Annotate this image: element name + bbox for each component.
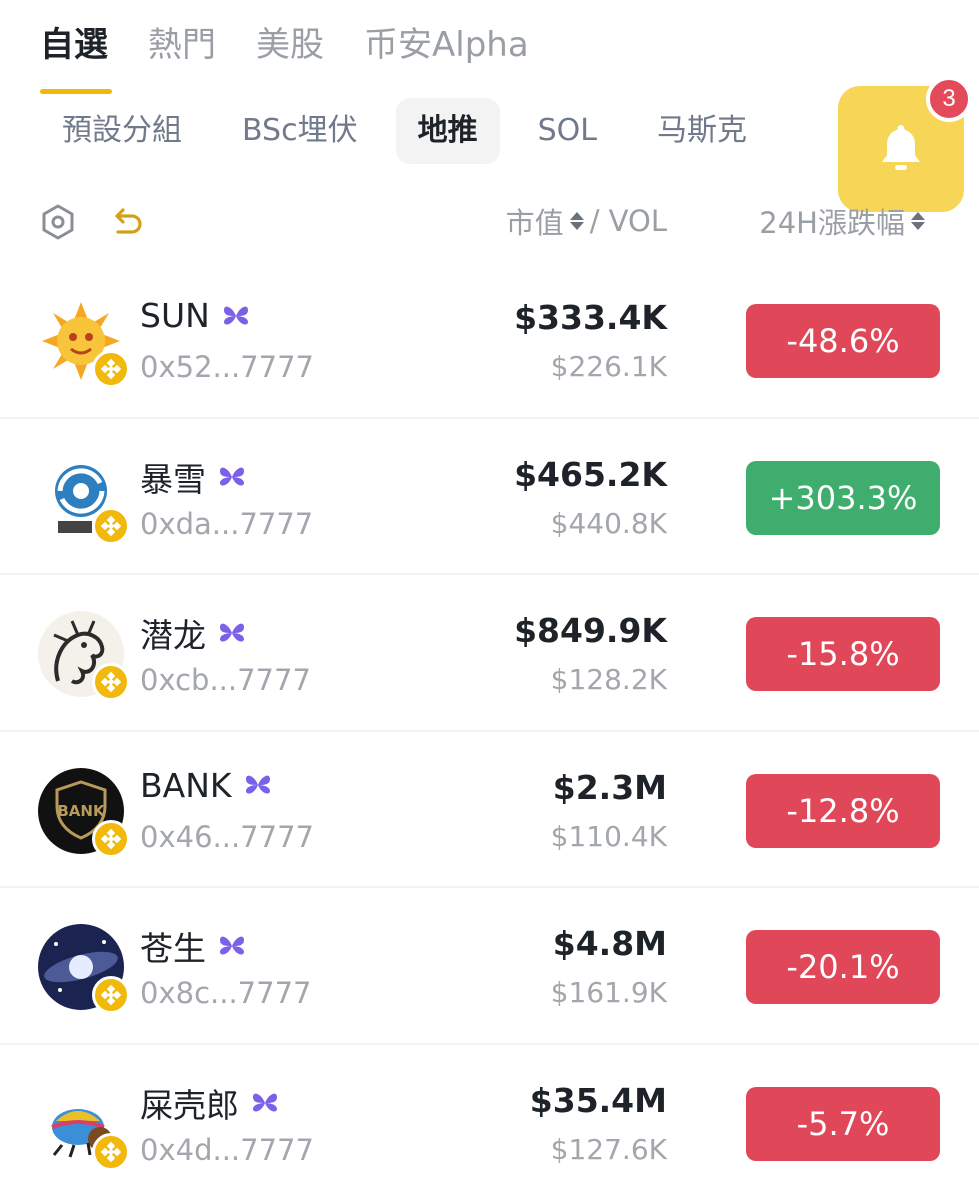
contract-address: 0xcb...7777 [140, 663, 311, 698]
token-symbol: 屎壳郎 [140, 1085, 239, 1125]
butterfly-icon [220, 467, 244, 486]
bnb-chain-badge-icon [92, 976, 130, 1015]
change-badge[interactable]: -48.6% [746, 304, 940, 378]
vol-header-label: / VOL [589, 204, 667, 238]
token-name: 苍生 [140, 922, 246, 970]
change-badge[interactable]: -12.8% [746, 773, 940, 848]
mcap-header-label: 市值 [505, 206, 564, 240]
bell-icon [882, 125, 920, 170]
change-badge[interactable]: -20.1% [746, 930, 940, 1005]
mcap-vol-sort-header[interactable]: 市值 / VOL [506, 200, 667, 242]
token-avatar [38, 298, 130, 388]
change-sort-header[interactable]: 24H漲跌幅 [759, 200, 925, 242]
top-tabs: 自選 熱門 美股 币安Alpha [40, 22, 529, 94]
contract-address: 0xda...7777 [140, 506, 314, 541]
token-list: SUN 0x52...7777 $333.4K $226.1K -48.6% 暴… [0, 262, 979, 1200]
change-badge[interactable]: -15.8% [746, 617, 940, 692]
butterfly-icon [223, 306, 248, 324]
undo-icon[interactable] [106, 202, 146, 242]
token-row[interactable]: 暴雪 0xda...7777 $465.2K $440.8K +303.3% [0, 419, 979, 576]
volume: $161.9K [550, 976, 667, 1010]
market-cap: $2.3M [552, 767, 667, 807]
market-cap: $4.8M [552, 924, 667, 964]
token-avatar [38, 1080, 130, 1171]
token-symbol: 暴雪 [140, 459, 206, 499]
bnb-chain-badge-icon [92, 663, 130, 702]
token-name: SUN [140, 296, 250, 335]
notification-bell-button[interactable]: 3 [838, 76, 972, 212]
settings-hexagon-icon[interactable] [38, 202, 78, 242]
token-symbol: 潜龙 [140, 616, 206, 656]
token-row[interactable]: SUN 0x52...7777 $333.4K $226.1K -48.6% [0, 262, 979, 419]
notification-count-badge: 3 [926, 76, 972, 122]
butterfly-icon [220, 623, 244, 642]
tab-watchlist[interactable]: 自選 [40, 22, 112, 94]
butterfly-icon [253, 1093, 277, 1112]
group-tab-musk[interactable]: 马斯克 [635, 98, 769, 164]
market-cap: $849.9K [514, 611, 667, 651]
volume: $440.8K [550, 506, 667, 540]
market-cap: $333.4K [514, 298, 667, 337]
token-row[interactable]: BANK BANK 0x46...7777 $2.3M $110.4K -12.… [0, 732, 979, 889]
volume: $226.1K [550, 350, 667, 383]
change-header-label: 24H漲跌幅 [759, 206, 905, 240]
group-tab-sol[interactable]: SOL [516, 98, 619, 164]
token-symbol: BANK [140, 765, 232, 805]
butterfly-icon [245, 775, 270, 794]
contract-address: 0x52...7777 [140, 350, 314, 384]
tab-us-stocks[interactable]: 美股 [256, 22, 324, 82]
volume: $127.6K [550, 1132, 667, 1166]
tab-binance-alpha[interactable]: 币安Alpha [364, 22, 529, 82]
market-cap: $465.2K [514, 454, 667, 494]
token-row[interactable]: 潜龙 0xcb...7777 $849.9K $128.2K -15.8% [0, 575, 979, 732]
butterfly-icon [220, 937, 244, 955]
volume: $110.4K [550, 819, 667, 853]
group-tab-bsc[interactable]: BSc埋伏 [220, 98, 380, 164]
list-header: 市值 / VOL 24H漲跌幅 [0, 196, 979, 248]
token-name: 暴雪 [140, 453, 246, 501]
token-row[interactable]: 苍生 0x8c...7777 $4.8M $161.9K -20.1% [0, 888, 979, 1045]
token-avatar [38, 611, 130, 702]
contract-address: 0x4d...7777 [140, 1132, 314, 1167]
token-name: 潜龙 [140, 609, 246, 657]
sort-arrows-icon[interactable] [911, 212, 925, 230]
token-avatar [38, 924, 130, 1015]
contract-address: 0x8c...7777 [140, 976, 312, 1011]
bnb-chain-badge-icon [92, 506, 130, 545]
market-cap: $35.4M [529, 1080, 667, 1120]
token-symbol: SUN [140, 296, 210, 335]
sort-arrows-icon[interactable] [569, 212, 584, 230]
bnb-chain-badge-icon [92, 1132, 130, 1171]
group-tabs: 預設分組 BSc埋伏 地推 SOL 马斯克 [40, 98, 769, 164]
contract-address: 0x46...7777 [140, 819, 314, 854]
token-name: 屎壳郎 [140, 1079, 279, 1127]
change-badge[interactable]: +303.3% [746, 460, 940, 535]
group-tab-ground-push[interactable]: 地推 [395, 98, 500, 164]
change-badge[interactable]: -5.7% [746, 1086, 940, 1161]
bnb-chain-badge-icon [92, 350, 130, 388]
token-avatar [38, 454, 130, 545]
bnb-chain-badge-icon [92, 819, 130, 858]
token-row[interactable]: 屎壳郎 0x4d...7777 $35.4M $127.6K -5.7% [0, 1045, 979, 1200]
volume: $128.2K [550, 663, 667, 697]
token-name: BANK [140, 766, 272, 805]
tab-hot[interactable]: 熱門 [148, 22, 216, 82]
group-tab-default[interactable]: 預設分組 [40, 98, 204, 164]
token-symbol: 苍生 [140, 929, 206, 969]
token-avatar: BANK [38, 767, 130, 858]
svg-text:BANK: BANK [57, 802, 106, 820]
